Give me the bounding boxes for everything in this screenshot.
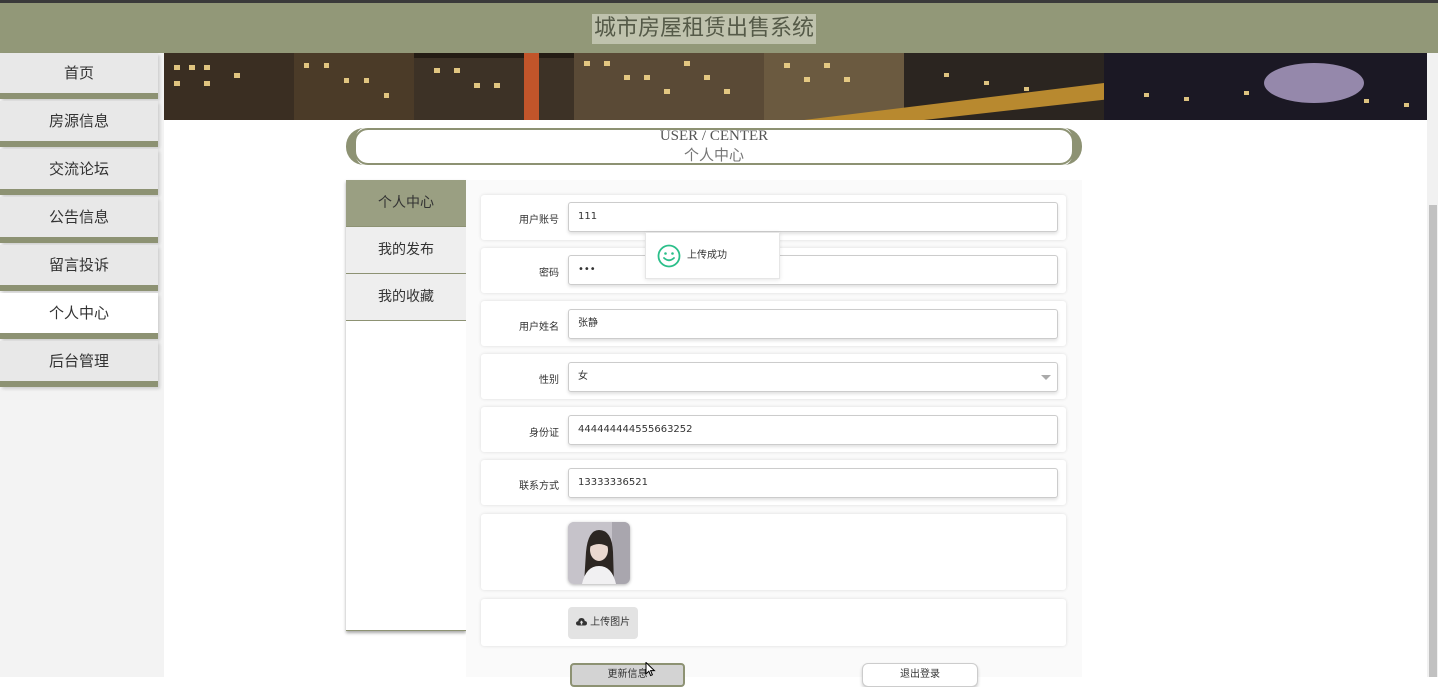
avatar-photo [568, 522, 630, 584]
menu-item-user-center[interactable]: 个人中心 [346, 180, 466, 227]
toast-message: 上传成功 [687, 250, 727, 261]
user-center-heading: USER / CENTER 个人中心 [346, 128, 1082, 165]
site-title: 城市房屋租赁出售系统 [592, 14, 817, 44]
gender-label: 性别 [539, 375, 559, 386]
smile-success-icon [657, 244, 681, 268]
sidebar-item-user-center[interactable]: 个人中心 [0, 293, 158, 339]
sidebar-item-listings[interactable]: 房源信息 [0, 101, 158, 147]
chevron-down-icon [1041, 375, 1051, 380]
password-input[interactable]: ••• [568, 255, 1058, 285]
account-label: 用户账号 [519, 215, 559, 226]
sidebar-item-feedback[interactable]: 留言投诉 [0, 245, 158, 291]
avatar [568, 522, 630, 584]
form-row-name: 用户姓名 张静 [481, 301, 1066, 346]
form-row-gender: 性别 女 [481, 354, 1066, 399]
sidebar-item-forum[interactable]: 交流论坛 [0, 149, 158, 195]
user-center-menu: 个人中心 我的发布 我的收藏 [346, 180, 466, 631]
logout-button[interactable]: 退出登录 [862, 663, 978, 687]
form-row-phone: 联系方式 13333336521 [481, 460, 1066, 505]
page-scrollbar-thumb[interactable] [1429, 205, 1437, 677]
name-input[interactable]: 张静 [568, 309, 1058, 339]
phone-input[interactable]: 13333336521 [568, 468, 1058, 498]
id-card-label: 身份证 [529, 428, 559, 439]
update-info-button[interactable]: 更新信息 [570, 663, 685, 687]
id-card-input[interactable]: 444444444555663252 [568, 415, 1058, 445]
sidebar-item-home[interactable]: 首页 [0, 53, 158, 99]
menu-item-my-favorites[interactable]: 我的收藏 [346, 274, 466, 321]
sidebar: 首页 房源信息 交流论坛 公告信息 留言投诉 个人中心 后台管理 [0, 53, 164, 677]
upload-success-toast: 上传成功 [645, 232, 780, 279]
gender-value: 女 [578, 371, 588, 382]
sidebar-item-admin[interactable]: 后台管理 [0, 341, 158, 387]
city-night-banner [164, 53, 1427, 120]
menu-item-my-posts[interactable]: 我的发布 [346, 227, 466, 274]
top-header: 城市房屋租赁出售系统 [0, 0, 1438, 53]
upload-image-button[interactable]: 上传图片 [568, 607, 638, 639]
heading-chinese: 个人中心 [683, 148, 744, 164]
phone-label: 联系方式 [519, 481, 559, 492]
mouse-cursor-icon [645, 662, 656, 677]
sidebar-item-announcements[interactable]: 公告信息 [0, 197, 158, 243]
form-row-id-card: 身份证 444444444555663252 [481, 407, 1066, 452]
account-input[interactable]: 111 [568, 202, 1058, 232]
banner-image [164, 53, 1427, 120]
cloud-upload-icon [575, 618, 587, 626]
name-label: 用户姓名 [519, 322, 559, 333]
gender-select[interactable]: 女 [568, 362, 1058, 392]
password-label: 密码 [539, 268, 559, 279]
upload-image-label: 上传图片 [590, 617, 631, 628]
heading-english: USER / CENTER [659, 128, 769, 144]
